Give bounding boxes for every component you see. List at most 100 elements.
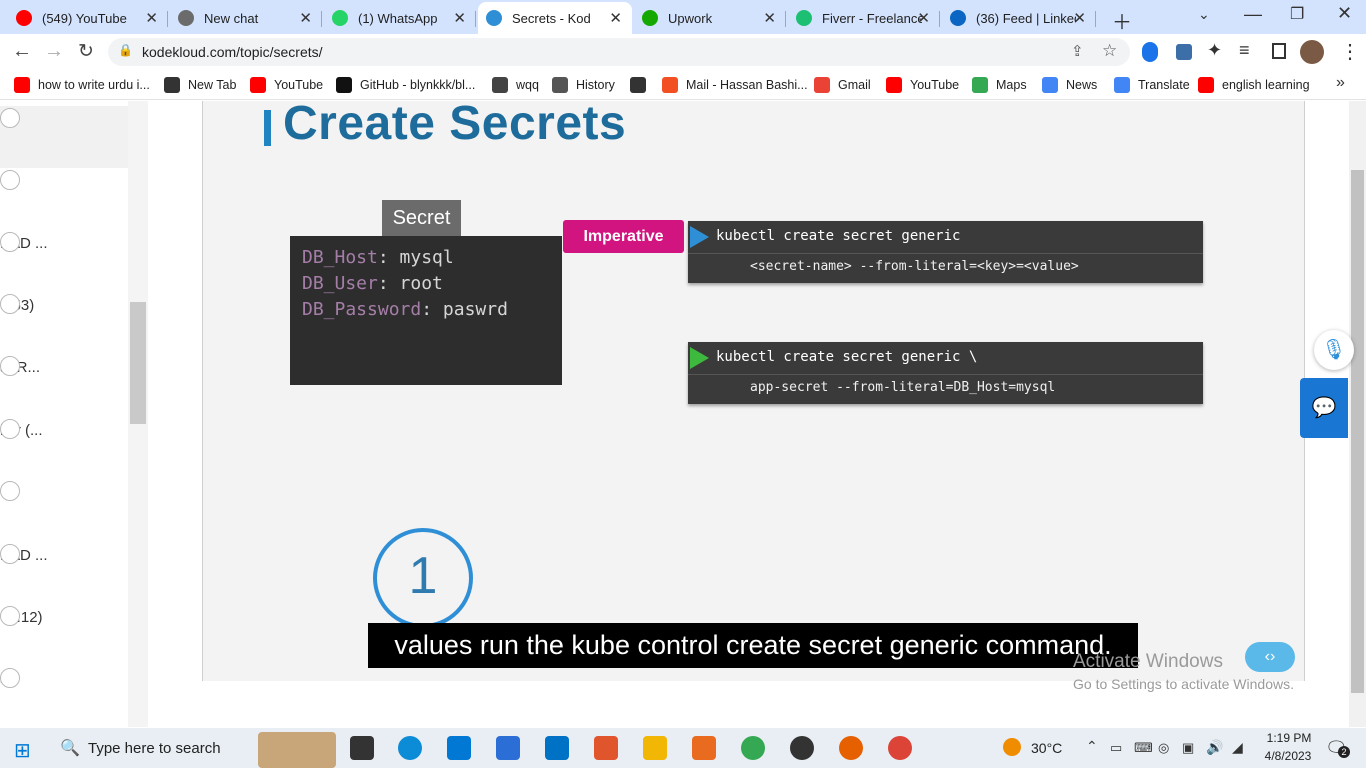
app-swirl-icon[interactable] [594, 736, 618, 760]
tab-3[interactable]: Secrets - Kod ✕ [478, 2, 632, 34]
lesson-status-radio[interactable] [0, 108, 20, 128]
bookmark-item[interactable]: New Tab [164, 76, 236, 94]
chrome-active-icon[interactable] [888, 736, 912, 760]
bookmark-item[interactable]: Mail - Hassan Bashi... [662, 76, 808, 94]
bookmark-item[interactable]: wqq [492, 76, 539, 94]
weather-temp[interactable]: 30°C [1031, 740, 1062, 756]
restore-icon[interactable]: ❐ [1290, 4, 1304, 24]
chat-bubble-icon[interactable]: 💬 [1300, 378, 1348, 438]
bookmark-item[interactable]: how to write urdu i... [14, 76, 150, 94]
command-box: kubectl create secret generic \ app-secre… [688, 342, 1203, 404]
tray-network-icon[interactable]: ⌨ [1134, 740, 1153, 756]
lesson-status-radio[interactable] [0, 606, 20, 626]
firefox-icon[interactable] [839, 736, 863, 760]
tray-display-icon[interactable]: ▣ [1182, 740, 1194, 756]
lesson-status-radio[interactable] [0, 668, 20, 688]
taskbar-search-input[interactable]: Type here to search [88, 740, 221, 757]
secret-value: root [399, 273, 443, 294]
task-view-icon[interactable] [350, 736, 374, 760]
office-icon[interactable] [692, 736, 716, 760]
more-bookmarks-icon[interactable]: » [1336, 74, 1345, 92]
bookmark-item[interactable]: Translate [1114, 76, 1190, 94]
forward-icon[interactable]: → [44, 40, 64, 63]
bookmark-item[interactable]: News [1042, 76, 1097, 94]
weather-sun-icon[interactable] [1003, 738, 1021, 756]
clock-date[interactable]: 4/8/2023 [1255, 749, 1321, 763]
tray-chevron-icon[interactable]: ⌃ [1086, 738, 1098, 755]
bookmark-item[interactable]: GitHub - blynkkk/bl... [336, 76, 475, 94]
tray-battery-icon[interactable]: ▭ [1110, 740, 1122, 756]
tab-0[interactable]: (549) YouTube ✕ [8, 2, 168, 34]
voice-mic-icon[interactable]: 🎙 [1314, 330, 1354, 370]
mail-icon[interactable] [545, 736, 569, 760]
new-tab-icon[interactable]: ＋ [1112, 6, 1132, 35]
lesson-status-radio[interactable] [0, 544, 20, 564]
lesson-status-radio[interactable] [0, 170, 20, 190]
menu-icon[interactable]: ⋮ [1340, 39, 1360, 64]
tab-close-icon[interactable]: ✕ [609, 9, 622, 27]
file-explorer-icon[interactable] [643, 736, 667, 760]
bookmark-item[interactable]: History [552, 76, 615, 94]
clock-time[interactable]: 1:19 PM [1258, 731, 1320, 745]
tab-6[interactable]: (36) Feed | Linked ✕ [942, 2, 1096, 34]
bookmark-item[interactable]: YouTube [886, 76, 959, 94]
edge-icon[interactable] [398, 736, 422, 760]
tray-volume-icon[interactable]: 🔊 [1206, 739, 1223, 756]
lesson-item[interactable]: ker (... [0, 417, 128, 479]
media-icon[interactable]: ≡ [1239, 40, 1250, 61]
lesson-item[interactable]: 9:53) [0, 292, 128, 354]
profile-avatar[interactable] [1300, 40, 1324, 64]
store-icon[interactable] [447, 736, 471, 760]
minimize-icon[interactable]: — [1244, 4, 1262, 25]
chrome-icon[interactable] [741, 736, 765, 760]
download-extension-icon[interactable] [1176, 44, 1192, 60]
secret-label: Secret [382, 200, 461, 236]
lesson-item[interactable]: at R... [0, 354, 128, 416]
close-window-icon[interactable]: ✕ [1337, 3, 1352, 24]
page-scroll-thumb[interactable] [1351, 170, 1364, 693]
lesson-item[interactable] [0, 479, 128, 541]
sidebar-scroll-thumb[interactable] [130, 302, 146, 424]
bookmark-item[interactable]: Gmail [814, 76, 871, 94]
tab-2[interactable]: (1) WhatsApp ✕ [324, 2, 476, 34]
lesson-status-radio[interactable] [0, 232, 20, 252]
reload-icon[interactable]: ↻ [78, 40, 94, 63]
bookmark-item[interactable]: english learning [1198, 76, 1310, 94]
bookmark-item[interactable]: YouTube [250, 76, 323, 94]
bookmark-star-icon[interactable]: ☆ [1102, 41, 1117, 61]
bookmark-item[interactable] [630, 76, 654, 94]
tray-camera-icon[interactable]: ◎ [1158, 740, 1169, 756]
tab-close-icon[interactable]: ✕ [299, 9, 312, 27]
tab-5[interactable]: Fiverr - Freelance ✕ [788, 2, 940, 34]
back-icon[interactable]: ← [12, 40, 32, 63]
sidepanel-icon[interactable] [1272, 43, 1286, 59]
lesson-status-radio[interactable] [0, 294, 20, 314]
share-icon[interactable]: ⇪ [1071, 42, 1084, 60]
tab-search-icon[interactable]: ⌄ [1198, 6, 1210, 23]
address-bar[interactable]: 🔒 kodekloud.com/topic/secrets/ ⇪ ☆ [108, 38, 1130, 66]
tab-4[interactable]: Upwork ✕ [634, 2, 786, 34]
lesson-item[interactable]: KAD ... [0, 230, 128, 292]
lesson-status-radio[interactable] [0, 481, 20, 501]
lesson-item[interactable]: KAD ... [0, 542, 128, 604]
mic-extension-icon[interactable] [1142, 42, 1158, 62]
lesson-item[interactable]: 5) [0, 666, 128, 728]
tab-close-icon[interactable]: ✕ [145, 9, 158, 27]
lesson-item[interactable] [0, 106, 128, 168]
tab-1[interactable]: New chat ✕ [170, 2, 322, 34]
lesson-status-radio[interactable] [0, 419, 20, 439]
tray-wifi-icon[interactable]: ◢ [1232, 739, 1243, 756]
tab-close-icon[interactable]: ✕ [763, 9, 776, 27]
lesson-status-radio[interactable] [0, 356, 20, 376]
lesson-item[interactable]: 06:12) [0, 604, 128, 666]
obs-icon[interactable] [790, 736, 814, 760]
tab-close-icon[interactable]: ✕ [453, 9, 466, 27]
windows-start-icon[interactable]: ⊞ [14, 738, 31, 763]
extensions-icon[interactable]: ✦ [1207, 40, 1222, 61]
tab-close-icon[interactable]: ✕ [1073, 9, 1086, 27]
tab-close-icon[interactable]: ✕ [917, 9, 930, 27]
bookmark-item[interactable]: Maps [972, 76, 1027, 94]
lesson-item[interactable] [0, 168, 128, 230]
cortana-icon[interactable] [496, 736, 520, 760]
tab-title: (1) WhatsApp [358, 10, 438, 26]
